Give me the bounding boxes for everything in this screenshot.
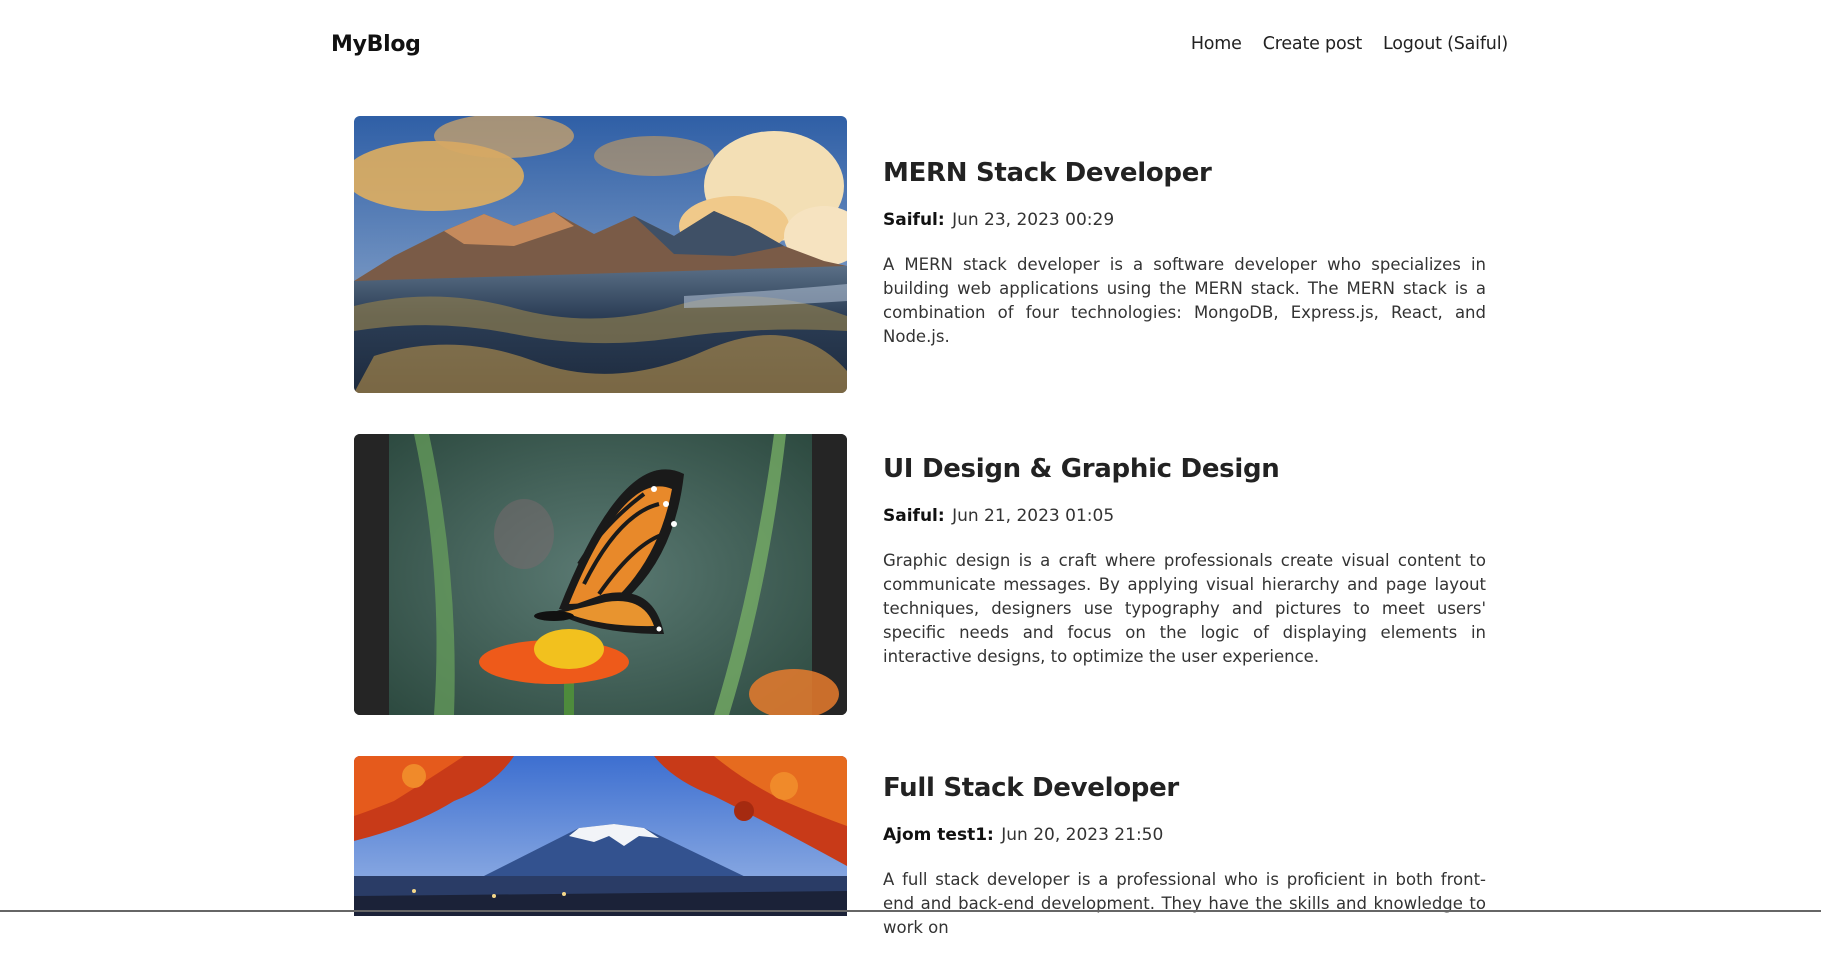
post-meta: Saiful: Jun 21, 2023 01:05: [883, 506, 1486, 526]
nav-create-post[interactable]: Create post: [1263, 34, 1363, 54]
post-summary: A full stack developer is a professional…: [883, 870, 1486, 937]
post-text: Full Stack Developer Ajom test1: Jun 20,…: [883, 756, 1486, 957]
post-item: MERN Stack Developer Saiful: Jun 23, 202…: [354, 116, 1486, 393]
nav-home[interactable]: Home: [1191, 34, 1242, 54]
post-author[interactable]: Saiful:: [883, 210, 945, 230]
mount-fuji-image: [354, 756, 847, 916]
post-summary: A MERN stack developer is a software dev…: [883, 255, 1486, 346]
post-time: Jun 20, 2023 21:50: [1001, 825, 1164, 845]
post-text: MERN Stack Developer Saiful: Jun 23, 202…: [883, 116, 1486, 393]
post-image-link[interactable]: [354, 434, 847, 715]
post-time: Jun 21, 2023 01:05: [952, 506, 1115, 526]
post-summary: Graphic design is a craft where professi…: [883, 551, 1486, 666]
site-logo[interactable]: MyBlog: [331, 32, 421, 57]
post-image-link[interactable]: [354, 756, 847, 916]
post-title[interactable]: MERN Stack Developer: [883, 158, 1486, 188]
post-image-link[interactable]: [354, 116, 847, 393]
post-item: UI Design & Graphic Design Saiful: Jun 2…: [354, 434, 1486, 715]
nav-logout[interactable]: Logout (Saiful): [1383, 34, 1508, 54]
post-author[interactable]: Saiful:: [883, 506, 945, 526]
post-meta: Ajom test1: Jun 20, 2023 21:50: [883, 825, 1486, 845]
post-item: Full Stack Developer Ajom test1: Jun 20,…: [354, 756, 1486, 957]
post-time: Jun 23, 2023 00:29: [952, 210, 1115, 230]
post-text: UI Design & Graphic Design Saiful: Jun 2…: [883, 434, 1486, 715]
butterfly-image: [354, 434, 847, 715]
post-meta: Saiful: Jun 23, 2023 00:29: [883, 210, 1486, 230]
mountain-landscape-image: [354, 116, 847, 393]
site-header: MyBlog Home Create post Logout (Saiful): [331, 0, 1508, 88]
post-title[interactable]: Full Stack Developer: [883, 773, 1486, 803]
main-nav: Home Create post Logout (Saiful): [1191, 34, 1508, 54]
post-title[interactable]: UI Design & Graphic Design: [883, 454, 1486, 484]
post-author[interactable]: Ajom test1:: [883, 825, 994, 845]
